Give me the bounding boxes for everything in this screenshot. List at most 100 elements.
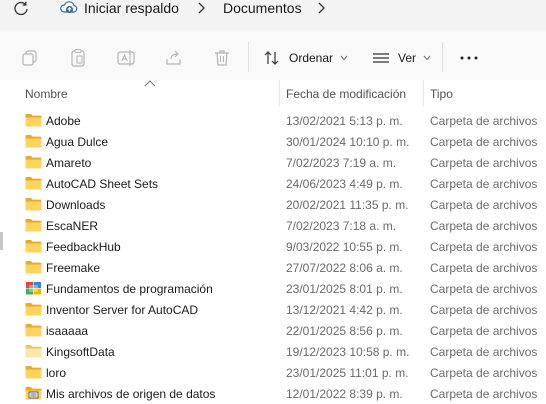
column-header: Nombre Fecha de modificación Tipo [0,80,546,106]
file-name: Freemake [46,261,101,275]
file-row[interactable]: Downloads 20/02/2021 11:35 p. m. Carpeta d… [0,194,546,215]
file-date: 13/02/2021 5:13 p. m. [286,114,403,128]
file-date: 24/06/2023 4:49 p. m. [286,177,403,191]
file-type: Carpeta de archivos [430,177,538,191]
rename-icon[interactable] [116,48,136,68]
delete-icon[interactable] [212,48,232,68]
file-type: Carpeta de archivos [430,156,538,170]
toolbar-divider [442,42,443,72]
folder-icon [25,197,42,211]
file-date: 20/02/2021 11:35 p. m. [286,198,409,212]
chevron-right-icon[interactable] [196,1,206,15]
cloud-home-icon[interactable] [60,0,78,16]
copy-icon[interactable] [20,48,40,68]
sort-icon [264,51,279,65]
column-header-name[interactable]: Nombre [25,87,68,101]
file-row[interactable]: Freemake 27/07/2022 8:06 a. m. Carpeta de … [0,257,546,278]
file-row[interactable]: EscaNER 7/02/2023 7:18 a. m. Carpeta de ar… [0,215,546,236]
folder-icon [25,260,42,274]
sort-label: Ordenar [289,51,334,65]
folder-icon [25,134,42,148]
breadcrumb-current[interactable]: Documentos [223,0,302,17]
file-row[interactable]: Adobe 13/02/2021 5:13 p. m. Carpeta de arc… [0,110,546,131]
file-type: Carpeta de archivos [430,303,538,317]
file-date: 9/03/2022 10:55 p. m. [286,240,403,254]
file-date: 27/07/2022 8:06 a. m. [286,261,403,275]
file-name: EscaNER [46,219,99,233]
view-button[interactable]: Ver [372,46,431,70]
file-type: Carpeta de archivos [430,324,538,338]
sort-button[interactable]: Ordenar [263,46,348,70]
file-name: Inventor Server for AutoCAD [46,303,199,317]
file-type: Carpeta de archivos [430,219,538,233]
file-name: loro [46,366,67,380]
folder-icon [25,113,42,127]
file-row[interactable]: Inventor Server for AutoCAD 13/12/2021 4:… [0,299,546,320]
column-header-date[interactable]: Fecha de modificación [286,87,406,101]
file-type: Carpeta de archivos [430,366,538,380]
chevron-down-icon [423,55,431,61]
file-row[interactable]: KingsoftData 19/12/2023 10:58 p. m. Carpet… [0,341,546,362]
folder-icon [25,302,42,316]
file-list: Adobe 13/02/2021 5:13 p. m. Carpeta de arc… [0,110,546,404]
file-type: Carpeta de archivos [430,387,538,401]
file-row[interactable]: Fundamentos de programación 23/01/2025 8:… [0,278,546,299]
folder-icon [25,218,42,232]
file-name: FeedbackHub [46,240,121,254]
share-icon[interactable] [164,48,184,68]
data-sources-folder-icon [25,386,42,400]
toolbar-divider [248,42,249,72]
file-type: Carpeta de archivos [430,135,538,149]
file-type: Carpeta de archivos [430,114,538,128]
file-date: 12/01/2022 8:39 p. m. [286,387,403,401]
view-list-icon [373,53,389,63]
file-row[interactable]: Mis archivos de origen de datos 12/01/202… [0,383,546,404]
column-divider[interactable] [279,80,280,106]
file-date: 23/01/2025 11:01 p. m. [286,366,409,380]
folder-icon [25,365,42,379]
file-date: 7/02/2023 7:18 a. m. [286,219,397,233]
file-date: 22/01/2025 8:56 p. m. [286,324,403,338]
address-bar: Iniciar respaldo Documentos [0,0,546,30]
file-name: Downloads [46,198,106,212]
refresh-icon[interactable] [12,0,30,18]
folder-icon [25,155,42,169]
file-row[interactable]: isaaaaa 22/01/2025 8:56 p. m. Carpeta de a… [0,320,546,341]
file-date: 7/02/2023 7:19 a. m. [286,156,397,170]
file-date: 13/12/2021 4:42 p. m. [286,303,403,317]
file-date: 19/12/2023 10:58 p. m. [286,345,410,359]
file-name: isaaaaa [46,324,89,338]
file-type: Carpeta de archivos [430,198,538,212]
file-type: Carpeta de archivos [430,261,538,275]
breadcrumb-home[interactable]: Iniciar respaldo [84,0,179,17]
file-name: Amareto [46,156,92,170]
file-name: AutoCAD Sheet Sets [46,177,159,191]
file-row[interactable]: AutoCAD Sheet Sets 24/06/2023 4:49 p. m. C… [0,173,546,194]
file-row[interactable]: loro 23/01/2025 11:01 p. m. Carpeta de arc… [0,362,546,383]
command-bar: Ordenar Ver [0,30,546,86]
more-options-icon[interactable] [458,50,480,66]
file-row[interactable]: Agua Dulce 30/01/2024 10:10 p. m. Carpeta … [0,131,546,152]
file-row[interactable]: FeedbackHub 9/03/2022 10:55 p. m. Carpeta … [0,236,546,257]
paste-icon[interactable] [68,48,88,68]
file-date: 23/01/2025 8:01 p. m. [286,282,403,296]
file-row[interactable]: Amareto 7/02/2023 7:19 a. m. Carpeta de ar… [0,152,546,173]
folder-icon [25,239,42,253]
file-name: KingsoftData [46,345,115,359]
sort-ascending-icon [144,80,156,87]
chevron-right-icon[interactable] [316,1,326,15]
light-folder-icon [25,344,42,358]
file-name: Mis archivos de origen de datos [46,387,216,401]
file-type: Carpeta de archivos [430,282,538,296]
column-header-type[interactable]: Tipo [430,87,453,101]
folder-icon [25,176,42,190]
chevron-down-icon [340,55,348,61]
file-name: Adobe [46,114,81,128]
column-divider[interactable] [423,80,424,106]
colorful-app-folder-icon [25,281,42,295]
file-date: 30/01/2024 10:10 p. m. [286,135,410,149]
file-type: Carpeta de archivos [430,240,538,254]
file-name: Agua Dulce [46,135,109,149]
folder-icon [25,323,42,337]
file-name: Fundamentos de programación [46,282,213,296]
